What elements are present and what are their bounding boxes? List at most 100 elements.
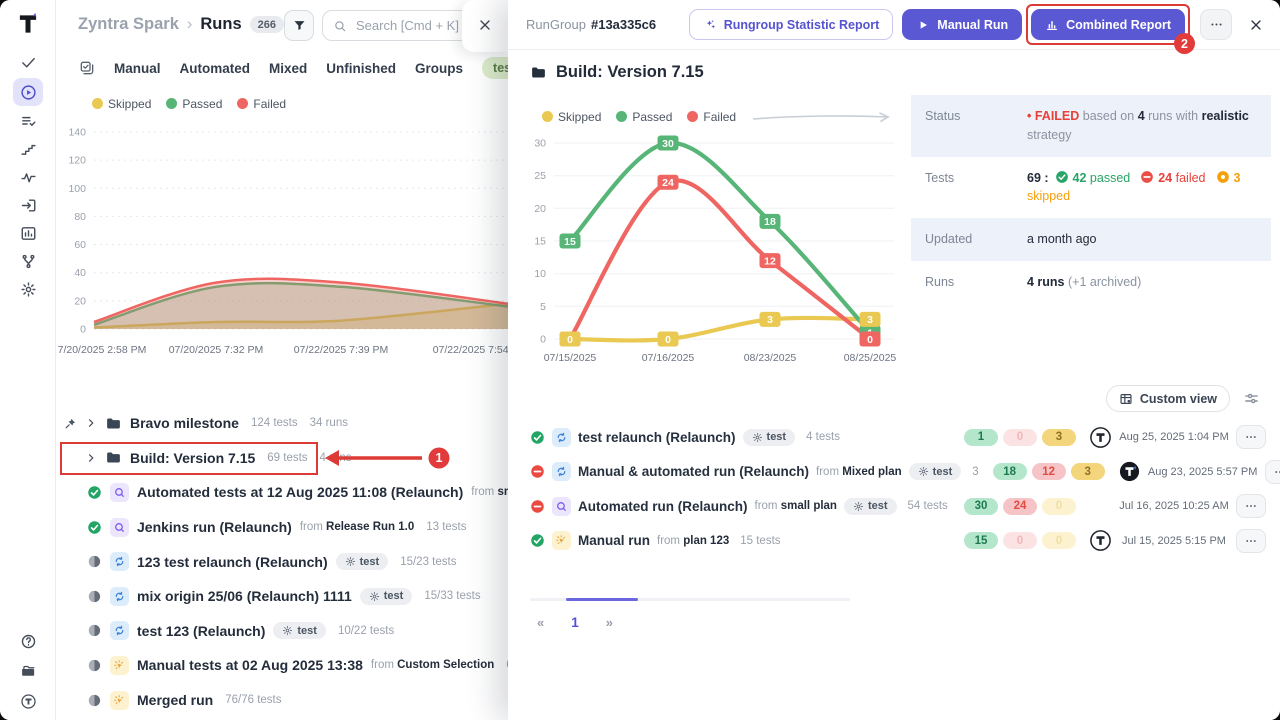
info-text: based on bbox=[1079, 109, 1137, 123]
sidebar-item-docs-folder[interactable] bbox=[13, 660, 43, 682]
sidebar-item-test-list[interactable] bbox=[13, 109, 43, 134]
svg-text:07/15/2025: 07/15/2025 bbox=[544, 352, 597, 364]
legend-label: Passed bbox=[182, 97, 222, 111]
combined-report-button[interactable]: Combined Report bbox=[1031, 9, 1185, 40]
sidebar-item-steps[interactable] bbox=[13, 137, 43, 162]
run-plan-origin: from Custom Selection bbox=[371, 659, 494, 671]
badge-label: test bbox=[384, 590, 404, 602]
chevron-right-icon[interactable] bbox=[85, 452, 97, 464]
rungroup-statistic-report-button[interactable]: Rungroup Statistic Report bbox=[689, 9, 894, 40]
run-row-mix-origin-25-06-relaunch-1111[interactable]: mix origin 25/06 (Relaunch) 1111test15/3… bbox=[56, 579, 508, 614]
runs-filter-tabs: ManualAutomatedMixedUnfinishedGroupstest… bbox=[79, 57, 559, 79]
legend-label: Failed bbox=[253, 97, 286, 111]
run-row-123-test-relaunch-relaunch[interactable]: 123 test relaunch (Relaunch)test15/23 te… bbox=[56, 544, 508, 579]
breadcrumb-section[interactable]: Runs bbox=[200, 15, 241, 34]
scroll-thumb[interactable] bbox=[566, 598, 638, 602]
folder-row-build-version-7-15[interactable]: Build: Version 7.1569 tests4 runs1 bbox=[56, 441, 508, 476]
tab-unfinished[interactable]: Unfinished bbox=[326, 61, 396, 76]
sidebar-item-check[interactable] bbox=[13, 50, 43, 75]
help-icon bbox=[20, 633, 37, 650]
run-row-test-123-relaunch[interactable]: test 123 (Relaunch)test10/22 tests bbox=[56, 614, 508, 649]
breadcrumb-project[interactable]: Zyntra Spark bbox=[78, 15, 179, 34]
run-plan-origin: from Mixed plan bbox=[816, 466, 902, 478]
minus-circle-icon bbox=[1140, 170, 1154, 184]
sidebar-item-run-circle[interactable] bbox=[13, 78, 43, 106]
run-row-manual-run[interactable]: Manual runfrom plan 12315 tests1500Jul 1… bbox=[530, 524, 1266, 559]
tab-manual[interactable]: Manual bbox=[114, 61, 161, 76]
run-meta: 3 bbox=[972, 466, 978, 478]
pagination-page[interactable]: 1 bbox=[571, 615, 579, 630]
pagination-prev[interactable]: « bbox=[537, 615, 544, 630]
app-logo-icon[interactable] bbox=[15, 11, 41, 37]
brand-circle-icon bbox=[20, 693, 37, 710]
run-row-manual-tests-at-02-aug-2025-13-38[interactable]: Manual tests at 02 Aug 2025 13:38from Cu… bbox=[56, 648, 508, 683]
info-text: 3 bbox=[1234, 171, 1241, 185]
sidebar-item-brand-circle[interactable] bbox=[13, 690, 43, 712]
run-title: Bravo milestone bbox=[130, 415, 239, 431]
run-row-automated-tests-at-12-aug-2025-11-08-relaunch[interactable]: Automated tests at 12 Aug 2025 11:08 (Re… bbox=[56, 475, 508, 510]
sidebar-item-analytics[interactable] bbox=[13, 221, 43, 246]
row-actions-button[interactable] bbox=[1236, 425, 1266, 449]
legend-dot bbox=[166, 98, 177, 109]
folder-icon bbox=[105, 415, 122, 432]
run-row-test-relaunch-relaunch[interactable]: test relaunch (Relaunch)test4 tests103Au… bbox=[530, 420, 1266, 455]
sidebar bbox=[0, 0, 56, 720]
run-title: test relaunch (Relaunch) bbox=[578, 430, 736, 445]
scroll-track[interactable] bbox=[530, 598, 850, 601]
custom-view-button[interactable]: Custom view bbox=[1106, 385, 1230, 412]
tab-mixed[interactable]: Mixed bbox=[269, 61, 307, 76]
tab-automated[interactable]: Automated bbox=[180, 61, 251, 76]
relaunch-run-icon bbox=[110, 621, 129, 640]
test-tag-badge: test bbox=[743, 429, 796, 446]
svg-text:24: 24 bbox=[662, 177, 674, 189]
minus-circle-icon bbox=[530, 464, 545, 479]
list-toolbar: Custom view bbox=[1106, 385, 1260, 412]
filter-sliders-icon[interactable] bbox=[1243, 390, 1260, 407]
svg-text:80: 80 bbox=[74, 211, 86, 223]
sidebar-item-branch[interactable] bbox=[13, 249, 43, 274]
rungroup-trend-chart: 05101520253007/15/202507/16/202508/23/20… bbox=[518, 127, 903, 372]
pagination: « 1 » bbox=[530, 598, 850, 630]
run-row-merged-run[interactable]: Merged run76/76 tests bbox=[56, 683, 508, 718]
run-circle-icon bbox=[20, 84, 37, 101]
manual-run-button[interactable]: Manual Run bbox=[902, 9, 1022, 40]
info-row-updated: Updateda month ago bbox=[911, 218, 1271, 261]
close-drawer-icon[interactable] bbox=[1246, 15, 1266, 35]
svg-text:12: 12 bbox=[764, 255, 776, 267]
gear-icon bbox=[282, 625, 293, 636]
custom-view-label: Custom view bbox=[1140, 392, 1217, 406]
run-row-manual-automated-run-relaunch[interactable]: Manual & automated run (Relaunch)from Mi… bbox=[530, 455, 1266, 490]
tab-groups[interactable]: Groups bbox=[415, 61, 463, 76]
legend-label: Failed bbox=[703, 110, 736, 124]
filter-button[interactable] bbox=[284, 10, 314, 41]
folder-icon bbox=[105, 449, 122, 466]
annotation-step-badge: 2 bbox=[1174, 33, 1195, 54]
badge-label: test bbox=[297, 625, 317, 637]
sidebar-item-help[interactable] bbox=[13, 630, 43, 652]
sidebar-item-pulse[interactable] bbox=[13, 165, 43, 190]
sidebar-item-gear[interactable] bbox=[13, 277, 43, 302]
sidebar-footer-nav bbox=[13, 630, 43, 712]
sparkles-icon bbox=[703, 18, 717, 32]
svg-text:08/25/2025: 08/25/2025 bbox=[844, 352, 897, 364]
svg-text:07/16/2025: 07/16/2025 bbox=[642, 352, 695, 364]
neutral-circle-icon bbox=[87, 658, 102, 673]
run-row-jenkins-run-relaunch[interactable]: Jenkins run (Relaunch)from Release Run 1… bbox=[56, 510, 508, 545]
sidebar-item-import[interactable] bbox=[13, 193, 43, 218]
pagination-next[interactable]: » bbox=[606, 615, 613, 630]
row-actions-button[interactable] bbox=[1236, 494, 1266, 518]
more-actions-button[interactable] bbox=[1200, 9, 1232, 40]
close-panel-icon[interactable] bbox=[476, 16, 494, 34]
rungroup-heading: Build: Version 7.15 bbox=[530, 63, 704, 82]
chevron-right-icon[interactable] bbox=[85, 417, 97, 429]
row-actions-button[interactable] bbox=[1236, 529, 1266, 553]
check-icon bbox=[20, 54, 37, 71]
svg-text:0: 0 bbox=[540, 334, 546, 346]
info-row-tests: Tests69 :42 passed24 failed3 skipped bbox=[911, 157, 1271, 219]
run-row-automated-run-relaunch[interactable]: Automated run (Relaunch)from small plant… bbox=[530, 489, 1266, 524]
folder-row-bravo-milestone[interactable]: Bravo milestone124 tests34 runs bbox=[56, 406, 508, 441]
row-actions-button[interactable] bbox=[1265, 460, 1280, 484]
select-all-icon[interactable] bbox=[79, 60, 95, 76]
result-pills: 103 bbox=[964, 429, 1082, 446]
info-text: • FAILED bbox=[1027, 109, 1079, 123]
